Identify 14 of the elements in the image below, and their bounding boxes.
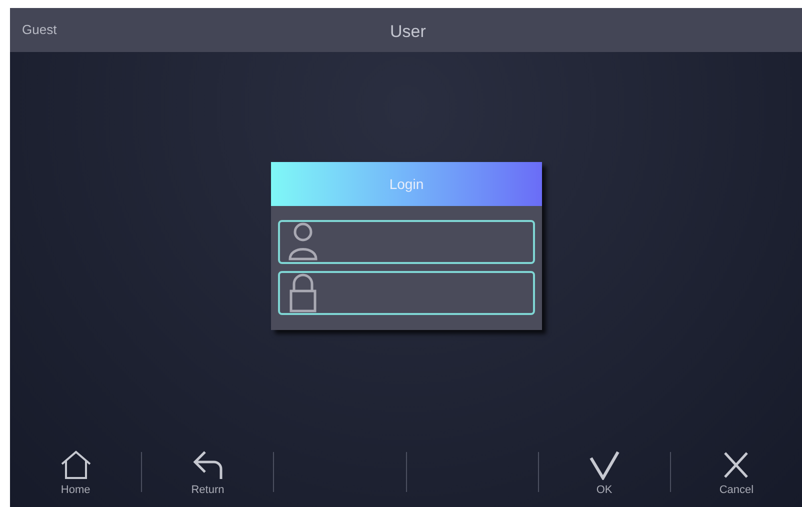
- return-arrow-icon: [192, 450, 224, 480]
- ok-button[interactable]: OK: [588, 450, 620, 498]
- dialog-title: Login: [271, 162, 542, 206]
- lock-icon: [288, 273, 318, 313]
- user-name: Guest: [22, 21, 57, 40]
- return-button[interactable]: Return: [191, 450, 224, 498]
- check-icon: [588, 450, 620, 480]
- home-icon: [60, 450, 92, 480]
- home-button[interactable]: Home: [60, 450, 92, 498]
- username-field[interactable]: [278, 220, 535, 264]
- page-title: User: [390, 21, 426, 43]
- cancel-button[interactable]: Cancel: [719, 450, 754, 498]
- person-icon: [288, 222, 318, 262]
- password-field[interactable]: [278, 271, 535, 315]
